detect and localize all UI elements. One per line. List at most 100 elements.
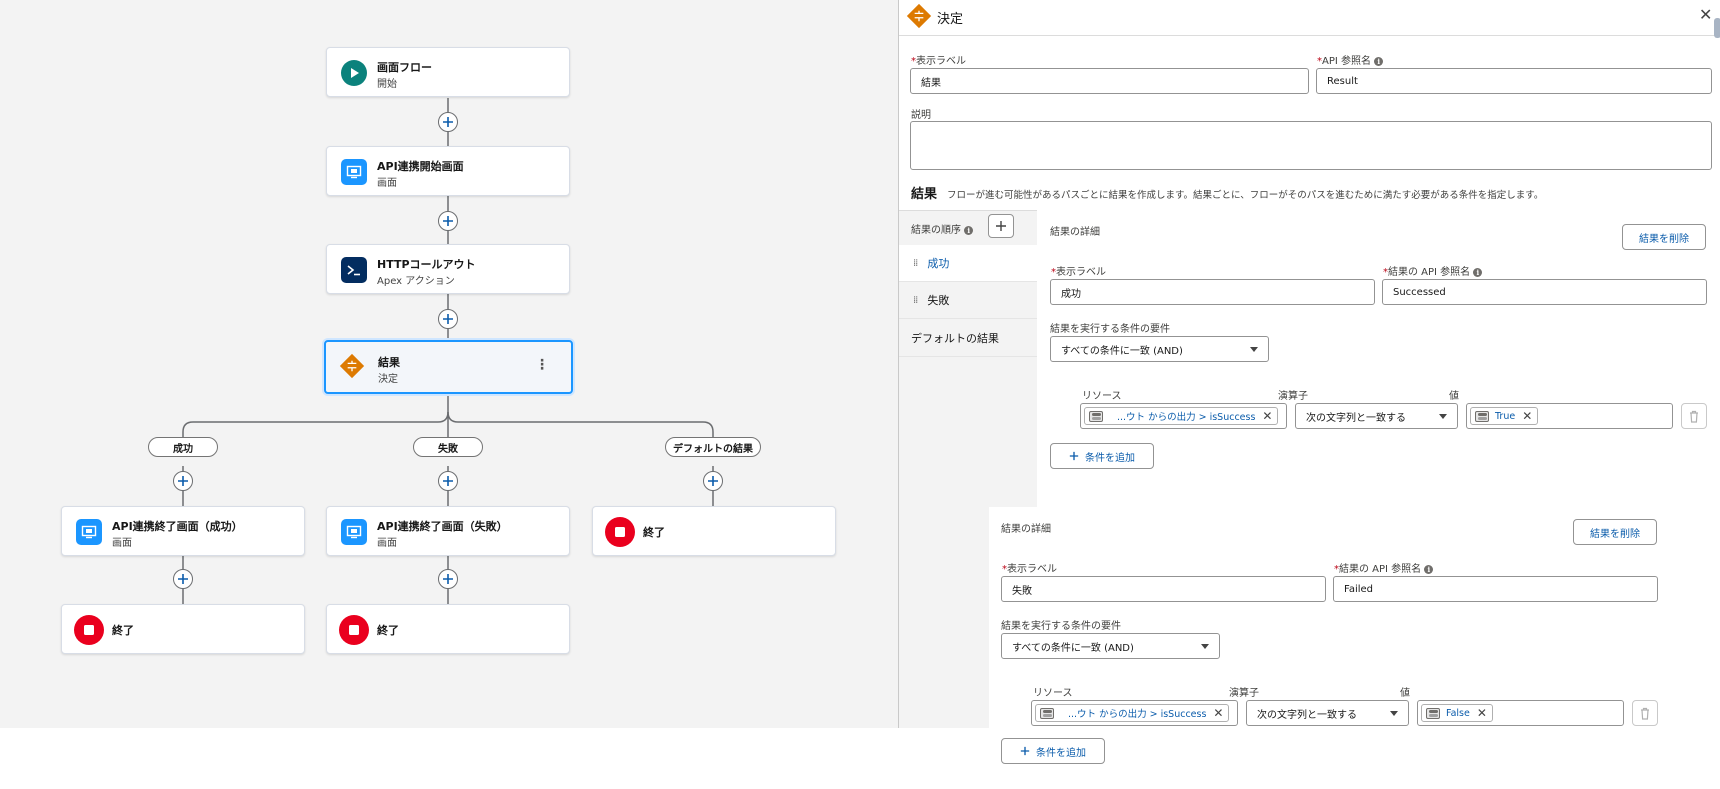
node-title: 終了 xyxy=(112,624,134,637)
close-icon[interactable]: ✕ xyxy=(1477,706,1487,720)
info-icon[interactable]: i xyxy=(1374,56,1384,66)
delete-condition-button[interactable] xyxy=(1681,403,1707,429)
screen-icon xyxy=(341,519,367,545)
branch-label-default[interactable]: デフォルトの結果 xyxy=(665,437,761,457)
branch-label-success[interactable]: 成功 xyxy=(148,437,218,457)
value-pill[interactable]: True ✕ xyxy=(1470,407,1539,425)
toggle-icon xyxy=(1426,707,1440,719)
pill-label: ...ウト からの出力 > isSuccess xyxy=(1117,412,1256,423)
delete-condition-button[interactable] xyxy=(1632,700,1658,726)
decision-icon xyxy=(339,353,365,379)
flow-node-http-callout[interactable]: HTTPコールアウト Apex アクション xyxy=(326,244,570,294)
node-title: API連携終了画面（成功） xyxy=(112,520,243,533)
outcome-details-success: 結果の詳細 結果を削除 *表示ラベル 成功 *結果の API 参照名 i Suc… xyxy=(1038,210,1720,486)
label-field-label: *表示ラベル xyxy=(911,56,966,67)
flow-node-end-success[interactable]: 終了 xyxy=(61,604,305,654)
node-subtitle: 開始 xyxy=(377,79,397,90)
add-condition-button[interactable]: 条件を追加 xyxy=(1001,738,1105,764)
add-element-button[interactable] xyxy=(173,569,193,589)
value-label: 値 xyxy=(1449,391,1459,402)
add-element-button[interactable] xyxy=(438,112,458,132)
add-condition-button[interactable]: 条件を追加 xyxy=(1050,443,1154,469)
resource-field[interactable]: ...ウト からの出力 > isSuccess ✕ xyxy=(1080,403,1287,429)
outcome-api-input[interactable]: Failed xyxy=(1333,576,1658,602)
drag-handle-icon[interactable]: ⁞⁞ xyxy=(913,258,918,269)
api-name-input[interactable]: Result xyxy=(1316,68,1712,94)
trash-icon xyxy=(1641,707,1649,720)
operator-select[interactable]: 次の文字列と一致する xyxy=(1295,403,1458,429)
add-element-button[interactable] xyxy=(703,471,723,491)
node-subtitle: 画面 xyxy=(112,538,132,549)
flow-node-screen-start[interactable]: API連携開始画面 画面 xyxy=(326,146,570,196)
plus-icon xyxy=(1069,451,1079,461)
add-element-button[interactable] xyxy=(438,211,458,231)
close-icon[interactable]: ✕ xyxy=(1522,409,1532,423)
value-field[interactable]: False ✕ xyxy=(1417,700,1624,726)
close-icon[interactable]: ✕ xyxy=(1262,409,1272,423)
resource-pill[interactable]: ...ウト からの出力 > isSuccess ✕ xyxy=(1084,407,1279,425)
flow-node-end-default[interactable]: 終了 xyxy=(592,506,836,556)
select-value: 次の文字列と一致する xyxy=(1257,709,1357,721)
outcome-nav-item-default[interactable]: デフォルトの結果 xyxy=(899,320,1037,357)
operator-label: 演算子 xyxy=(1229,688,1259,699)
properties-panel: 決定 ✕ *表示ラベル 結果 *API 参照名 i Result 説明 結果 フ… xyxy=(898,0,1720,789)
nav-item-label: 成功 xyxy=(927,257,950,270)
plus-icon xyxy=(443,314,453,324)
panel-header: 決定 ✕ xyxy=(899,0,1720,38)
close-icon[interactable]: ✕ xyxy=(1699,5,1712,24)
delete-outcome-button[interactable]: 結果を削除 xyxy=(1573,519,1657,545)
node-subtitle: 決定 xyxy=(378,374,398,385)
outcomes-help-text: フローが進む可能性があるパスごとに結果を作成します。結果ごとに、フローがそのパス… xyxy=(947,190,1544,201)
flow-node-decision[interactable]: 結果 決定 ⋮ xyxy=(324,340,573,394)
resource-pill[interactable]: ...ウト からの出力 > isSuccess ✕ xyxy=(1035,704,1230,722)
drag-handle-icon[interactable]: ⁞⁞ xyxy=(913,295,918,306)
condition-req-select[interactable]: すべての条件に一致 (AND) xyxy=(1050,336,1269,362)
node-title: 終了 xyxy=(377,624,399,637)
flow-node-end-fail[interactable]: 終了 xyxy=(326,604,570,654)
plus-icon xyxy=(996,221,1006,231)
description-textarea[interactable] xyxy=(910,121,1712,170)
plus-icon xyxy=(708,476,718,486)
resource-field[interactable]: ...ウト からの出力 > isSuccess ✕ xyxy=(1031,700,1238,726)
pill-label: True xyxy=(1495,410,1516,422)
outcome-nav-item-success[interactable]: ⁞⁞ 成功 xyxy=(899,245,1037,282)
add-element-button[interactable] xyxy=(438,309,458,329)
flow-node-start[interactable]: 画面フロー 開始 xyxy=(326,47,570,97)
close-icon[interactable]: ✕ xyxy=(1213,706,1223,720)
outcome-api-field-label: *結果の API 参照名 i xyxy=(1383,263,1483,278)
plus-icon xyxy=(443,216,453,226)
chevron-down-icon xyxy=(1439,414,1447,419)
resource-label: リソース xyxy=(1082,391,1122,402)
scrollbar-handle[interactable] xyxy=(1714,18,1720,38)
flow-node-screen-success[interactable]: API連携終了画面（成功） 画面 xyxy=(61,506,305,556)
info-icon[interactable]: i xyxy=(1424,564,1434,574)
value-pill[interactable]: False ✕ xyxy=(1421,704,1493,722)
node-title: API連携終了画面（失敗） xyxy=(377,520,508,533)
add-element-button[interactable] xyxy=(438,471,458,491)
info-icon[interactable]: i xyxy=(1473,267,1483,277)
outcome-api-input[interactable]: Successed xyxy=(1382,279,1707,305)
add-element-button[interactable] xyxy=(438,569,458,589)
select-value: すべての条件に一致 (AND) xyxy=(1061,345,1183,357)
branch-label-fail[interactable]: 失敗 xyxy=(413,437,483,457)
operator-select[interactable]: 次の文字列と一致する xyxy=(1246,700,1409,726)
operator-label: 演算子 xyxy=(1278,391,1308,402)
outcomes-heading: 結果 xyxy=(911,187,938,202)
flow-canvas[interactable]: 画面フロー 開始 API連携開始画面 画面 HTTPコールアウト Apex アク… xyxy=(0,0,898,728)
node-title: 結果 xyxy=(378,356,400,369)
flow-node-screen-fail[interactable]: API連携終了画面（失敗） 画面 xyxy=(326,506,570,556)
condition-req-select[interactable]: すべての条件に一致 (AND) xyxy=(1001,633,1220,659)
value-field[interactable]: True ✕ xyxy=(1466,403,1673,429)
outcome-nav-item-fail[interactable]: ⁞⁞ 失敗 xyxy=(899,282,1037,319)
nav-item-label: デフォルトの結果 xyxy=(911,332,999,345)
add-outcome-button[interactable] xyxy=(988,214,1014,238)
condition-req-label: 結果を実行する条件の要件 xyxy=(1050,324,1170,335)
description-label: 説明 xyxy=(911,110,931,121)
outcome-label-input[interactable]: 成功 xyxy=(1050,279,1375,305)
add-element-button[interactable] xyxy=(173,471,193,491)
info-icon[interactable]: i xyxy=(964,225,974,235)
outcome-label-input[interactable]: 失敗 xyxy=(1001,576,1326,602)
label-input[interactable]: 結果 xyxy=(910,68,1309,94)
kebab-icon[interactable]: ⋮ xyxy=(535,358,549,372)
delete-outcome-button[interactable]: 結果を削除 xyxy=(1622,224,1706,250)
